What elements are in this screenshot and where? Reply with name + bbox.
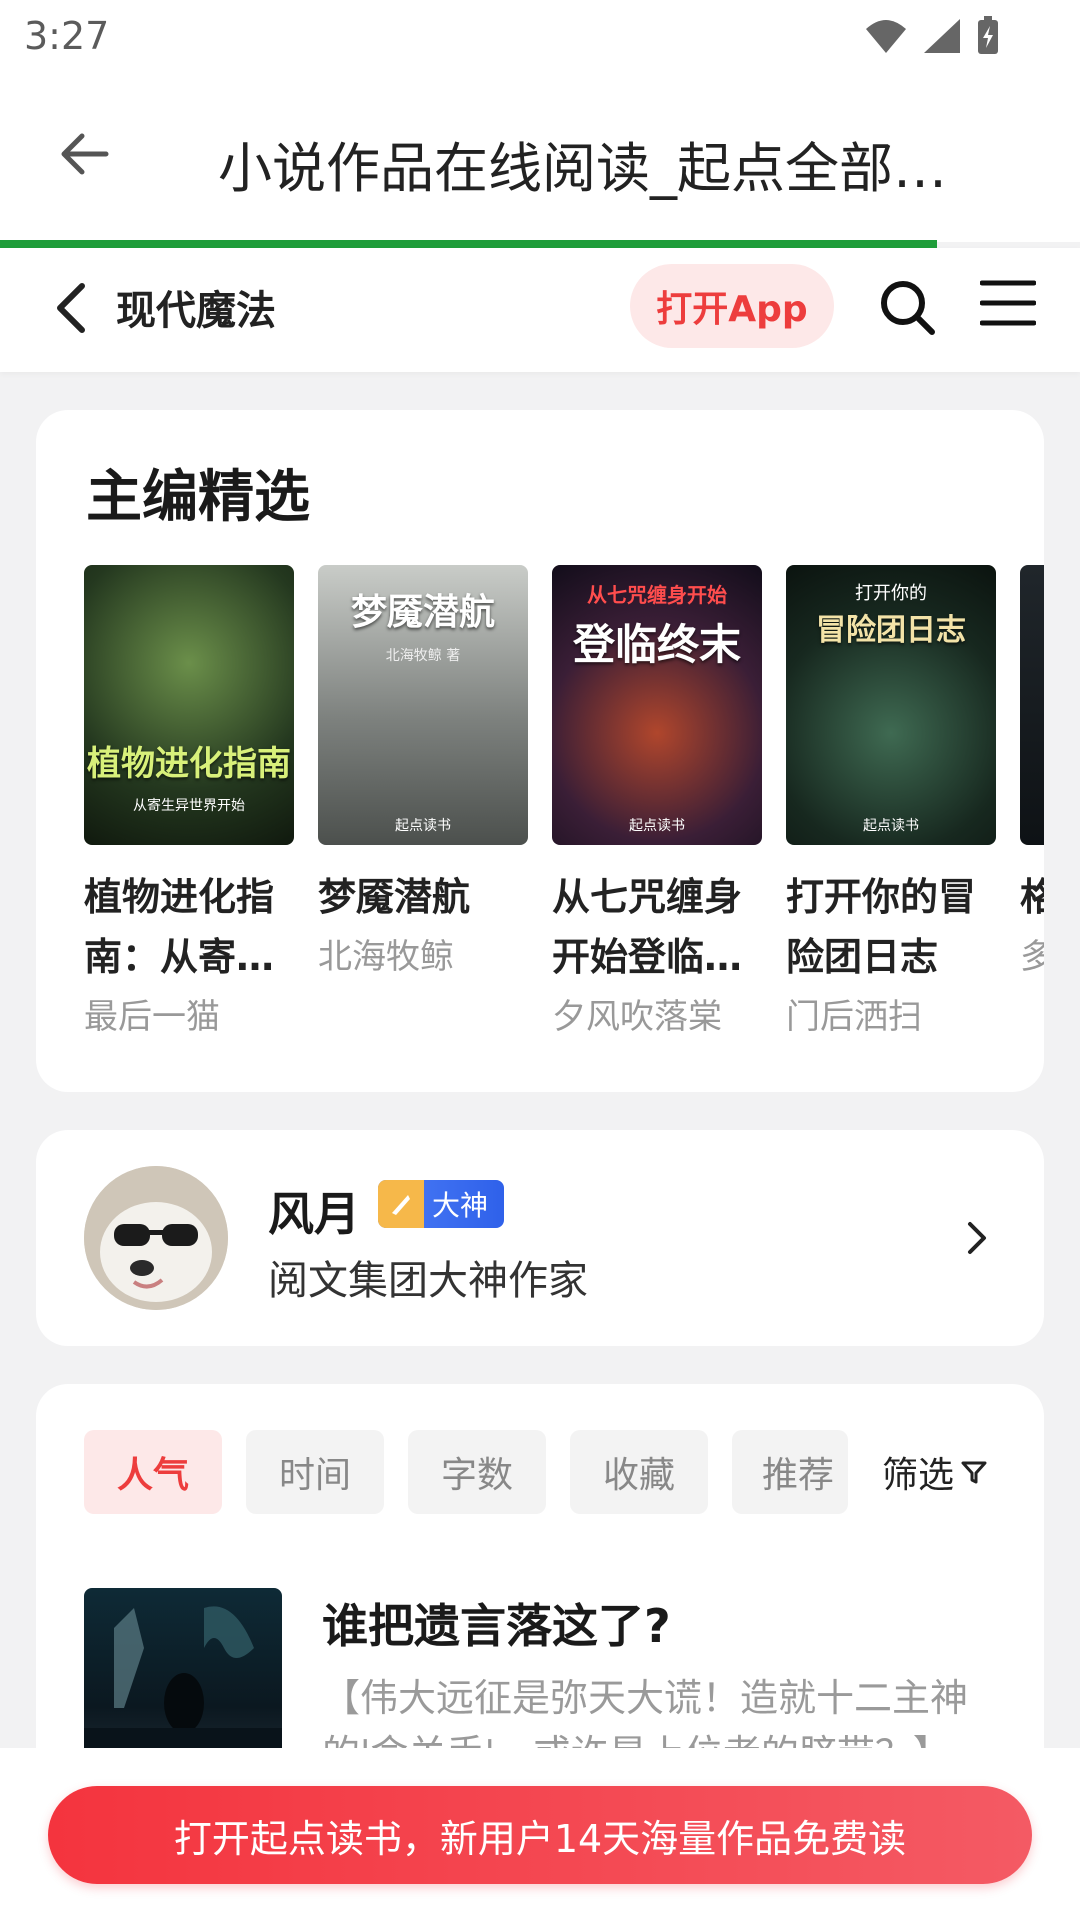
author-subtitle: 阅文集团大神作家 <box>268 1258 588 1304</box>
open-app-button[interactable]: 打开App <box>630 264 834 348</box>
book-title: 从七咒缠身开始登临… <box>552 875 743 979</box>
avatar[interactable] <box>84 1166 228 1310</box>
cover-title: 梦魇潜航 <box>350 592 495 633</box>
filter-funnel-icon <box>961 1461 987 1484</box>
filter-button[interactable]: 筛选 <box>882 1446 988 1498</box>
menu-icon[interactable] <box>980 278 1036 328</box>
book-title: 打开你的冒险团日志 <box>786 875 977 979</box>
book-cover[interactable]: 从七咒缠身开始 登临终末 起点读书 <box>552 565 762 845</box>
cover-subtitle: 打开你的 <box>855 583 927 604</box>
category-title: 现代魔法 <box>116 288 276 334</box>
wifi-icon <box>866 20 906 53</box>
book-author: 最后一猫 <box>84 997 220 1037</box>
filter-label: 筛选 <box>882 1455 955 1496</box>
tab-word-count[interactable]: 字数 <box>408 1430 546 1514</box>
open-reader-cta-button[interactable]: 打开起点读书，新用户14天海量作品免费读 <box>48 1786 1032 1884</box>
chevron-right-icon[interactable] <box>966 1220 988 1256</box>
book-cover[interactable] <box>84 1588 282 1758</box>
back-arrow-icon[interactable] <box>56 126 112 182</box>
book-title: 植物进化指南：从寄… <box>84 875 275 979</box>
cover-subtitle: 从七咒缠身开始 <box>587 583 727 607</box>
signal-icon <box>924 19 960 53</box>
chevron-left-icon[interactable] <box>52 280 92 336</box>
author-name: 风月 <box>268 1187 360 1241</box>
dog-with-sunglasses-icon <box>84 1166 228 1310</box>
book-card[interactable]: 植物进化指南 从寄生异世界开始 植物进化指南：从寄… 最后一猫 <box>84 565 294 1038</box>
sort-tabs: 人气 时间 字数 收藏 推荐 <box>84 1430 848 1514</box>
cover-brand: 起点读书 <box>395 818 451 834</box>
book-author: 夕风吹落棠 <box>552 997 722 1037</box>
book-title[interactable]: 谁把遗言落这了? <box>322 1590 671 1656</box>
cover-subtitle: 从寄生异世界开始 <box>133 798 245 814</box>
quill-icon <box>378 1180 424 1228</box>
book-author: 北海牧鲸 <box>318 937 454 977</box>
site-header: 现代魔法 打开App <box>0 248 1080 372</box>
battery-icon <box>978 16 998 54</box>
book-cover[interactable]: 植物进化指南 从寄生异世界开始 <box>84 565 294 845</box>
editor-picks-section: 主编精选 植物进化指南 从寄生异世界开始 植物进化指南：从寄… 最后一猫 梦魇潜… <box>36 410 1044 1092</box>
tab-recommend[interactable]: 推荐 <box>732 1430 848 1514</box>
cover-title: 植物进化指南 <box>87 744 291 784</box>
cover-brand: 起点读书 <box>863 818 919 834</box>
cover-subtitle: 北海牧鲸 著 <box>385 648 461 664</box>
browser-toolbar: 小说作品在线阅读_起点全部… <box>0 74 1080 242</box>
section-title: 主编精选 <box>86 465 310 530</box>
cover-brand: 起点读书 <box>629 818 685 834</box>
tab-popularity[interactable]: 人气 <box>84 1430 222 1514</box>
cover-title: 冒险团日志 <box>816 613 966 648</box>
status-bar: 3:27 <box>0 0 1080 74</box>
search-icon[interactable] <box>878 278 936 336</box>
author-badge: 大神 <box>378 1180 504 1228</box>
book-card[interactable]: 从七咒缠身开始 登临终末 起点读书 从七咒缠身开始登临… 夕风吹落棠 <box>552 565 762 1038</box>
book-author: 多… <box>1020 937 1044 977</box>
book-cover[interactable] <box>1020 565 1044 845</box>
book-card[interactable]: 梦魇潜航 北海牧鲸 著 起点读书 梦魇潜航 北海牧鲸 <box>318 565 528 1038</box>
book-card[interactable]: 格…师 多… <box>1020 565 1044 1038</box>
book-carousel[interactable]: 植物进化指南 从寄生异世界开始 植物进化指南：从寄… 最后一猫 梦魇潜航 北海牧… <box>84 565 1044 1038</box>
tab-time[interactable]: 时间 <box>246 1430 384 1514</box>
status-time: 3:27 <box>24 14 110 58</box>
book-card[interactable]: 打开你的 冒险团日志 起点读书 打开你的冒险团日志 门后洒扫 <box>786 565 996 1038</box>
tab-collection[interactable]: 收藏 <box>570 1430 708 1514</box>
book-title: 格…师 <box>1020 867 1044 927</box>
badge-label: 大神 <box>432 1189 489 1222</box>
book-cover[interactable]: 打开你的 冒险团日志 起点读书 <box>786 565 996 845</box>
book-title: 梦魇潜航 <box>318 875 471 919</box>
book-cover[interactable]: 梦魇潜航 北海牧鲸 著 起点读书 <box>318 565 528 845</box>
book-author: 门后洒扫 <box>786 997 922 1037</box>
status-icons <box>864 16 1000 56</box>
page-title: 小说作品在线阅读_起点全部… <box>218 137 947 200</box>
cover-title: 登临终末 <box>572 620 741 669</box>
author-card[interactable]: 风月 大神 阅文集团大神作家 <box>36 1130 1044 1346</box>
page-load-progress <box>0 240 937 248</box>
cover-art <box>84 1606 282 1758</box>
